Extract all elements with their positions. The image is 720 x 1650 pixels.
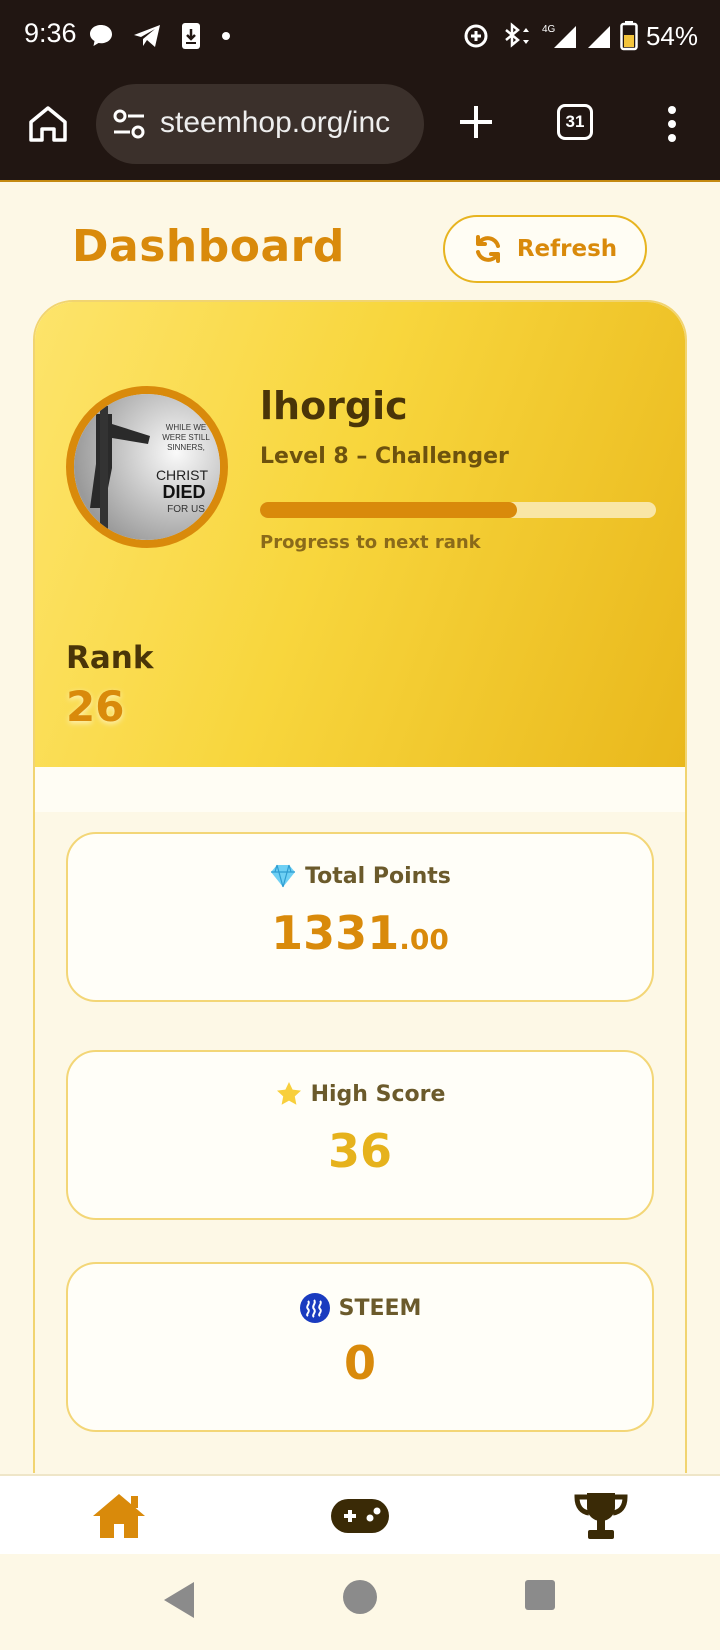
more-menu-icon[interactable] [662,102,682,146]
url-text[interactable]: steemhop.org/inc [160,106,390,140]
nav-games[interactable] [330,1490,390,1542]
stat-value-int: 0 [343,1336,376,1390]
stat-title: Total Points [68,862,652,890]
data-saver-icon [464,24,488,48]
signal-icon [587,26,610,48]
stat-label: High Score [310,1081,446,1107]
page-title: Dashboard [72,221,345,272]
avatar-line-6: FOR US [167,504,205,515]
stat-label: Total Points [305,863,451,889]
stat-total-points: Total Points 1331.00 [66,832,654,1002]
stat-value-decimal: .00 [399,923,449,956]
back-icon[interactable] [162,1580,196,1620]
telegram-icon [134,25,160,47]
steem-icon [299,1293,330,1323]
stat-high-score: High Score 36 [66,1050,654,1220]
system-nav-bar [0,1554,720,1650]
battery-percent: 54% [645,20,698,51]
star-icon [276,1082,301,1105]
avatar-line-5: DIED [162,482,205,502]
status-bar: 9:36 4G 54% [0,0,720,72]
site-settings-icon[interactable] [112,108,146,140]
refresh-button[interactable]: Refresh [443,215,647,283]
status-time: 9:36 [24,18,77,48]
stats-list: Total Points 1331.00 High Score 36 STEEM… [35,812,685,1473]
avatar-line-3: SINNERS, [167,443,205,452]
network-4g-icon: 4G [542,24,576,48]
gamepad-icon [331,1499,389,1533]
username: lhorgic [260,384,408,428]
download-icon [182,23,200,49]
rank-value: 26 [66,682,125,731]
tab-switcher-button[interactable]: 31 [557,104,593,140]
refresh-icon [475,235,500,263]
stat-value-int: 1331 [271,906,400,960]
rank-progress-fill [260,502,518,518]
avatar-line-4: CHRIST [156,467,209,483]
nav-home[interactable] [89,1490,149,1542]
home-icon[interactable] [26,102,70,146]
avatar-line-1: WHILE WE [166,423,206,432]
home-icon [93,1494,145,1538]
stat-steem: STEEM 0 [66,1262,654,1432]
browser-toolbar: steemhop.org/inc 31 [0,72,720,182]
dot-icon [222,32,230,40]
progress-label: Progress to next rank [260,532,481,553]
stat-title: High Score [68,1080,652,1108]
level-label: Level 8 – Challenger [260,444,509,469]
notification-icons [88,20,232,52]
rank-progress-bar [260,502,656,518]
stat-value-int: 36 [327,1124,392,1178]
avatar-line-2: WERE STILL [162,433,210,442]
stat-value: 1331.00 [68,906,652,960]
profile-hero: WHILE WE WERE STILL SINNERS, CHRIST DIED… [35,302,685,767]
nav-leaderboard[interactable] [571,1490,631,1542]
svg-text:4G: 4G [542,24,556,35]
url-bar[interactable]: steemhop.org/inc [96,84,424,164]
bluetooth-icon [505,22,529,48]
battery-icon [620,21,638,51]
stat-value: 36 [68,1124,652,1178]
home-button-icon[interactable] [342,1579,378,1615]
stat-value: 0 [68,1336,652,1390]
system-icons: 4G 54% [462,18,698,54]
gem-icon [271,864,296,888]
stat-label: STEEM [338,1295,422,1321]
rank-label: Rank [66,640,154,676]
bottom-nav [0,1474,720,1554]
avatar[interactable]: WHILE WE WERE STILL SINNERS, CHRIST DIED… [66,386,228,548]
profile-card: WHILE WE WERE STILL SINNERS, CHRIST DIED… [33,300,687,1473]
trophy-icon [574,1493,628,1539]
avatar-image: WHILE WE WERE STILL SINNERS, CHRIST DIED… [74,394,220,540]
recents-icon[interactable] [524,1579,556,1611]
new-tab-icon[interactable] [456,102,496,142]
refresh-label: Refresh [516,236,618,262]
stat-title: STEEM [68,1292,652,1324]
chat-bubble-icon [90,25,112,46]
page-content: Dashboard Refresh WHILE WE WERE STILL SI… [0,183,720,1473]
